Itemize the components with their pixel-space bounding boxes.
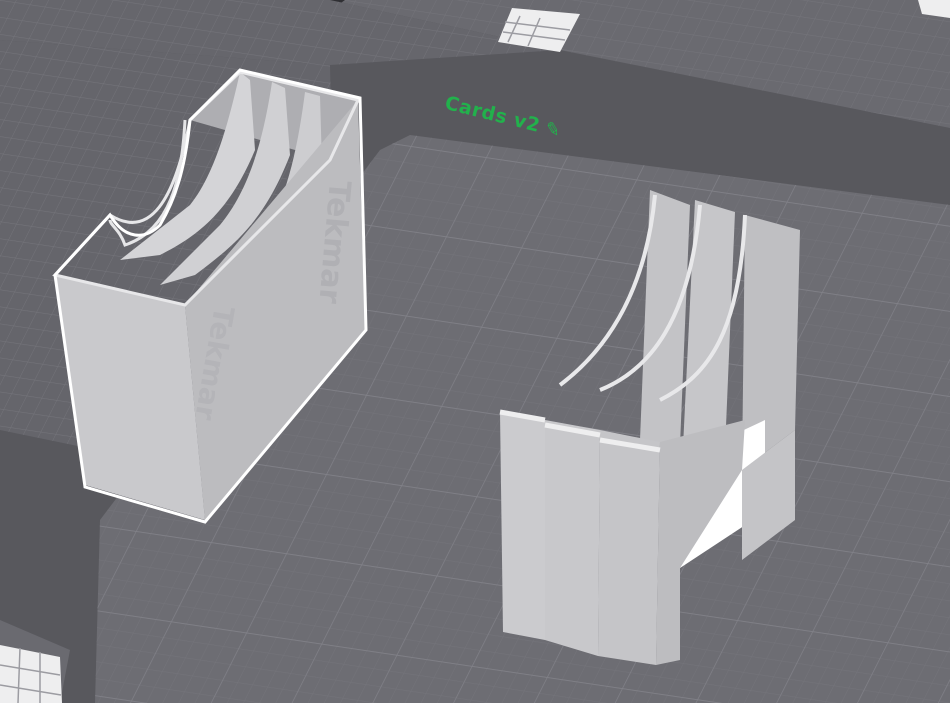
3d-viewport[interactable]: Tekmar Tekmar Cards v2✎ <box>0 0 950 703</box>
